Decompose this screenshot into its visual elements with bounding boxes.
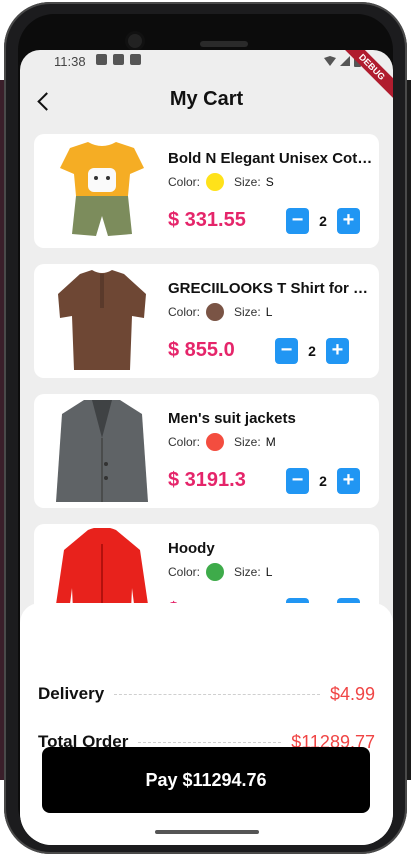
delivery-row: Delivery $4.99: [38, 682, 375, 706]
quantity-stepper: − 2 +: [286, 468, 360, 494]
size-label: Size:: [234, 305, 261, 319]
product-image: [58, 270, 146, 370]
size-value: S: [265, 175, 274, 189]
color-swatch: [206, 173, 225, 191]
size-label: Size:: [234, 175, 261, 189]
product-name: Hoody: [168, 540, 215, 557]
product-image: [60, 142, 144, 236]
cart-list: Bold N Elegant Unisex Cotton T-Shirt Col…: [34, 134, 379, 654]
color-label: Color:: [168, 565, 201, 579]
quantity-stepper: − 2 +: [275, 338, 349, 364]
home-indicator: [155, 830, 259, 834]
decrease-quantity-button[interactable]: −: [275, 338, 298, 364]
color-swatch: [206, 303, 225, 321]
speaker-grille: [200, 41, 248, 47]
status-time: 11:38: [54, 54, 86, 69]
status-notification-icons: [96, 54, 141, 65]
cart-item[interactable]: GRECIILOOKS T Shirt for Men Color: Size:…: [34, 264, 379, 378]
signal-icon: [340, 56, 350, 66]
shield-icon: [96, 54, 107, 65]
product-price: $ 3191.3: [168, 469, 246, 491]
product-attributes: Color: Size: S: [168, 173, 274, 191]
pay-button[interactable]: Pay $11294.76: [42, 747, 370, 813]
wifi-icon: [324, 56, 336, 66]
size-label: Size:: [234, 435, 261, 449]
app-screen: 11:38 DEBUG My Cart Bold N Elegant Unise…: [20, 50, 393, 845]
product-price: $ 855.0: [168, 339, 235, 361]
sd-card-icon: [130, 54, 141, 65]
cart-item[interactable]: Men's suit jackets Color: Size: M $ 3191…: [34, 394, 379, 508]
order-summary-panel: Delivery $4.99 Total Order $11289.77 Pay…: [20, 603, 393, 845]
size-value: L: [265, 565, 273, 579]
quantity-value: 2: [319, 473, 327, 489]
status-bar: 11:38 DEBUG: [20, 50, 393, 104]
product-image: [56, 400, 148, 502]
camera-icon: [128, 34, 142, 48]
quantity-value: 2: [308, 343, 316, 359]
quantity-stepper: − 2 +: [286, 208, 360, 234]
color-label: Color:: [168, 435, 201, 449]
size-value: M: [265, 435, 276, 449]
product-price: $ 331.55: [168, 209, 246, 231]
product-name: Men's suit jackets: [168, 410, 296, 427]
dashed-divider: [114, 693, 320, 695]
decrease-quantity-button[interactable]: −: [286, 208, 309, 234]
increase-quantity-button[interactable]: +: [326, 338, 349, 364]
decrease-quantity-button[interactable]: −: [286, 468, 309, 494]
color-swatch: [206, 433, 225, 451]
product-attributes: Color: Size: L: [168, 563, 272, 581]
size-label: Size:: [234, 565, 261, 579]
dashed-divider: [138, 741, 282, 743]
size-value: L: [265, 305, 273, 319]
increase-quantity-button[interactable]: +: [337, 468, 360, 494]
product-attributes: Color: Size: L: [168, 303, 272, 321]
delivery-label: Delivery: [38, 684, 105, 703]
app-header: My Cart: [20, 80, 393, 124]
delivery-value: $4.99: [329, 683, 375, 704]
cart-item[interactable]: Bold N Elegant Unisex Cotton T-Shirt Col…: [34, 134, 379, 248]
increase-quantity-button[interactable]: +: [337, 208, 360, 234]
quantity-value: 2: [319, 213, 327, 229]
product-name: GRECIILOOKS T Shirt for Men: [168, 280, 376, 297]
video-icon: [113, 54, 124, 65]
color-label: Color:: [168, 175, 201, 189]
color-label: Color:: [168, 305, 201, 319]
color-swatch: [206, 563, 225, 581]
page-title: My Cart: [169, 88, 244, 110]
product-attributes: Color: Size: M: [168, 433, 276, 451]
product-name: Bold N Elegant Unisex Cotton T-Shirt: [168, 150, 376, 167]
